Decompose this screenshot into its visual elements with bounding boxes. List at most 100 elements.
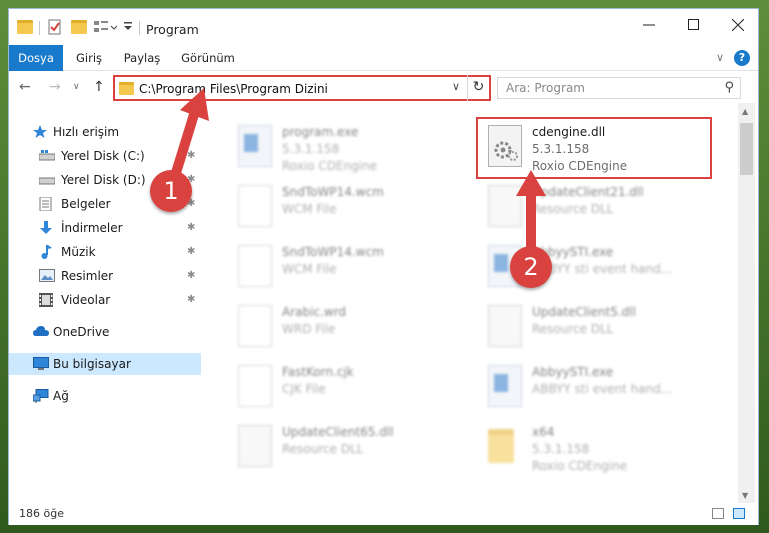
sidebar-item-music[interactable]: Müzik ✱	[9, 241, 201, 263]
folder-icon	[17, 20, 33, 34]
star-icon	[33, 125, 47, 138]
new-folder-icon[interactable]	[71, 20, 87, 34]
file-name: FastKorn.cjk	[282, 365, 354, 379]
minimize-button[interactable]	[626, 9, 671, 41]
pin-icon: ✱	[187, 222, 196, 233]
sidebar-item-label: Resimler	[61, 269, 114, 283]
pin-icon: ✱	[187, 246, 196, 257]
sidebar-item-disk-c[interactable]: Yerel Disk (C:) ✱	[9, 145, 201, 167]
file-type: Resource DLL	[282, 442, 364, 456]
address-dropdown-icon[interactable]: ∨	[452, 80, 460, 93]
file-type: ABBYY sti event hand...	[532, 382, 673, 396]
tab-file[interactable]: Dosya	[9, 45, 63, 71]
folder-icon	[119, 82, 134, 95]
sidebar-item-network[interactable]: Ağ	[9, 385, 201, 407]
document-icon	[238, 245, 272, 287]
sidebar-item-quick-access[interactable]: Hızlı erişim	[9, 121, 201, 143]
file-name: UpdateClient65.dll	[282, 425, 394, 439]
tab-view[interactable]: Görünüm	[173, 45, 243, 71]
file-type: WCM File	[282, 202, 337, 216]
back-arrow-icon[interactable]: ←	[19, 79, 31, 95]
cloud-icon	[33, 325, 49, 338]
details-view-icon[interactable]	[712, 508, 724, 519]
scroll-up-icon[interactable]: ▲	[742, 107, 748, 116]
vertical-scrollbar[interactable]: ▲ ▼	[738, 103, 755, 503]
pin-icon: ✱	[187, 150, 196, 161]
properties-icon[interactable]	[47, 19, 63, 35]
computer-icon	[33, 357, 49, 370]
help-icon[interactable]: ?	[734, 50, 750, 66]
search-icon[interactable]: ⚲	[724, 80, 734, 95]
pin-icon: ✱	[187, 294, 196, 305]
chevron-down-icon[interactable]	[123, 21, 139, 35]
pin-icon: ✱	[187, 270, 196, 281]
search-input[interactable]: Ara: Program ⚲	[497, 77, 741, 99]
drive-icon	[38, 173, 56, 186]
address-bar[interactable]: C:\Program Files\Program Dizini ∨ ↻	[113, 75, 491, 101]
exe-file-icon	[238, 125, 272, 167]
forward-arrow-icon[interactable]: →	[49, 79, 61, 95]
sidebar-item-downloads[interactable]: İndirmeler ✱	[9, 217, 201, 239]
list-item[interactable]: UpdateClient65.dll Resource DLL	[236, 421, 471, 481]
sidebar-item-label: Ağ	[53, 389, 69, 403]
tiles-view-icon[interactable]	[733, 508, 745, 519]
list-item[interactable]: UpdateClient21.dll Resource DLL	[486, 181, 721, 241]
documents-icon	[39, 196, 53, 212]
sidebar-item-videos[interactable]: Videolar ✱	[9, 289, 201, 311]
list-item[interactable]: AbbyySTI.exe ABBYY sti event hand...	[486, 361, 721, 421]
sidebar-item-this-pc[interactable]: Bu bilgisayar	[9, 353, 201, 375]
scroll-thumb[interactable]	[740, 123, 753, 175]
customize-toolbar-icon[interactable]	[93, 19, 118, 33]
pictures-icon	[39, 269, 55, 282]
document-icon	[238, 305, 272, 347]
exe-file-icon	[488, 365, 522, 407]
file-version: 5.3.1.158	[532, 442, 590, 456]
sidebar-item-pictures[interactable]: Resimler ✱	[9, 265, 201, 287]
annotation-callout-2: 2	[510, 246, 552, 288]
maximize-button[interactable]	[671, 9, 716, 41]
list-item[interactable]: SndToWP14.wcm WCM File	[236, 181, 471, 241]
tab-home[interactable]: Giriş	[67, 45, 111, 71]
file-type: WRD File	[282, 322, 336, 336]
folder-icon	[488, 429, 514, 463]
navigation-bar: ← → ∨ ↑ C:\Program Files\Program Dizini …	[9, 71, 758, 103]
explorer-window: Program Dosya Giriş Paylaş Görünüm ∨ ? ←…	[8, 8, 759, 525]
file-name: SndToWP14.wcm	[282, 245, 384, 259]
scroll-down-icon[interactable]: ▼	[742, 491, 748, 500]
list-item[interactable]: SndToWP14.wcm WCM File	[236, 241, 471, 301]
file-type: Resource DLL	[532, 202, 614, 216]
file-description: Roxio CDEngine	[532, 459, 628, 473]
network-icon	[32, 389, 49, 403]
item-count: 186 öğe	[19, 507, 64, 520]
music-icon	[39, 245, 53, 259]
list-item[interactable]: program.exe 5.3.1.158 Roxio CDEngine	[236, 121, 471, 181]
document-icon	[238, 365, 272, 407]
list-item[interactable]: x64 5.3.1.158 Roxio CDEngine	[486, 421, 721, 481]
refresh-icon[interactable]: ↻	[467, 75, 489, 101]
ribbon: Dosya Giriş Paylaş Görünüm ∨ ?	[9, 45, 758, 71]
list-item[interactable]: UpdateClient5.dll Resource DLL	[486, 301, 721, 361]
up-arrow-icon[interactable]: ↑	[93, 79, 105, 95]
annotation-callout-1: 1	[150, 170, 192, 212]
address-path[interactable]: C:\Program Files\Program Dizini	[139, 82, 328, 96]
sidebar-item-label: Yerel Disk (C:)	[61, 149, 145, 163]
expand-ribbon-icon[interactable]: ∨	[716, 51, 724, 64]
sidebar-item-label: İndirmeler	[61, 221, 123, 235]
file-name: x64	[532, 425, 555, 439]
search-placeholder: Ara: Program	[506, 81, 585, 95]
file-name: program.exe	[282, 125, 359, 139]
recent-locations-icon[interactable]: ∨	[73, 82, 80, 92]
tab-share[interactable]: Paylaş	[115, 45, 169, 71]
list-item[interactable]: Arabic.wrd WRD File	[236, 301, 471, 361]
sidebar-item-onedrive[interactable]: OneDrive	[9, 321, 201, 343]
file-description: Roxio CDEngine	[282, 159, 378, 173]
file-type: Resource DLL	[532, 322, 614, 336]
file-list: program.exe 5.3.1.158 Roxio CDEngine Snd…	[202, 103, 738, 503]
sidebar-item-label: Müzik	[61, 245, 96, 259]
close-button[interactable]	[715, 9, 760, 41]
file-type: WCM File	[282, 262, 337, 276]
navigation-pane: Hızlı erişim Yerel Disk (C:) ✱ Yerel Dis…	[9, 103, 201, 503]
videos-icon	[39, 293, 53, 307]
list-item[interactable]: FastKorn.cjk CJK File	[236, 361, 471, 421]
divider	[39, 21, 40, 35]
